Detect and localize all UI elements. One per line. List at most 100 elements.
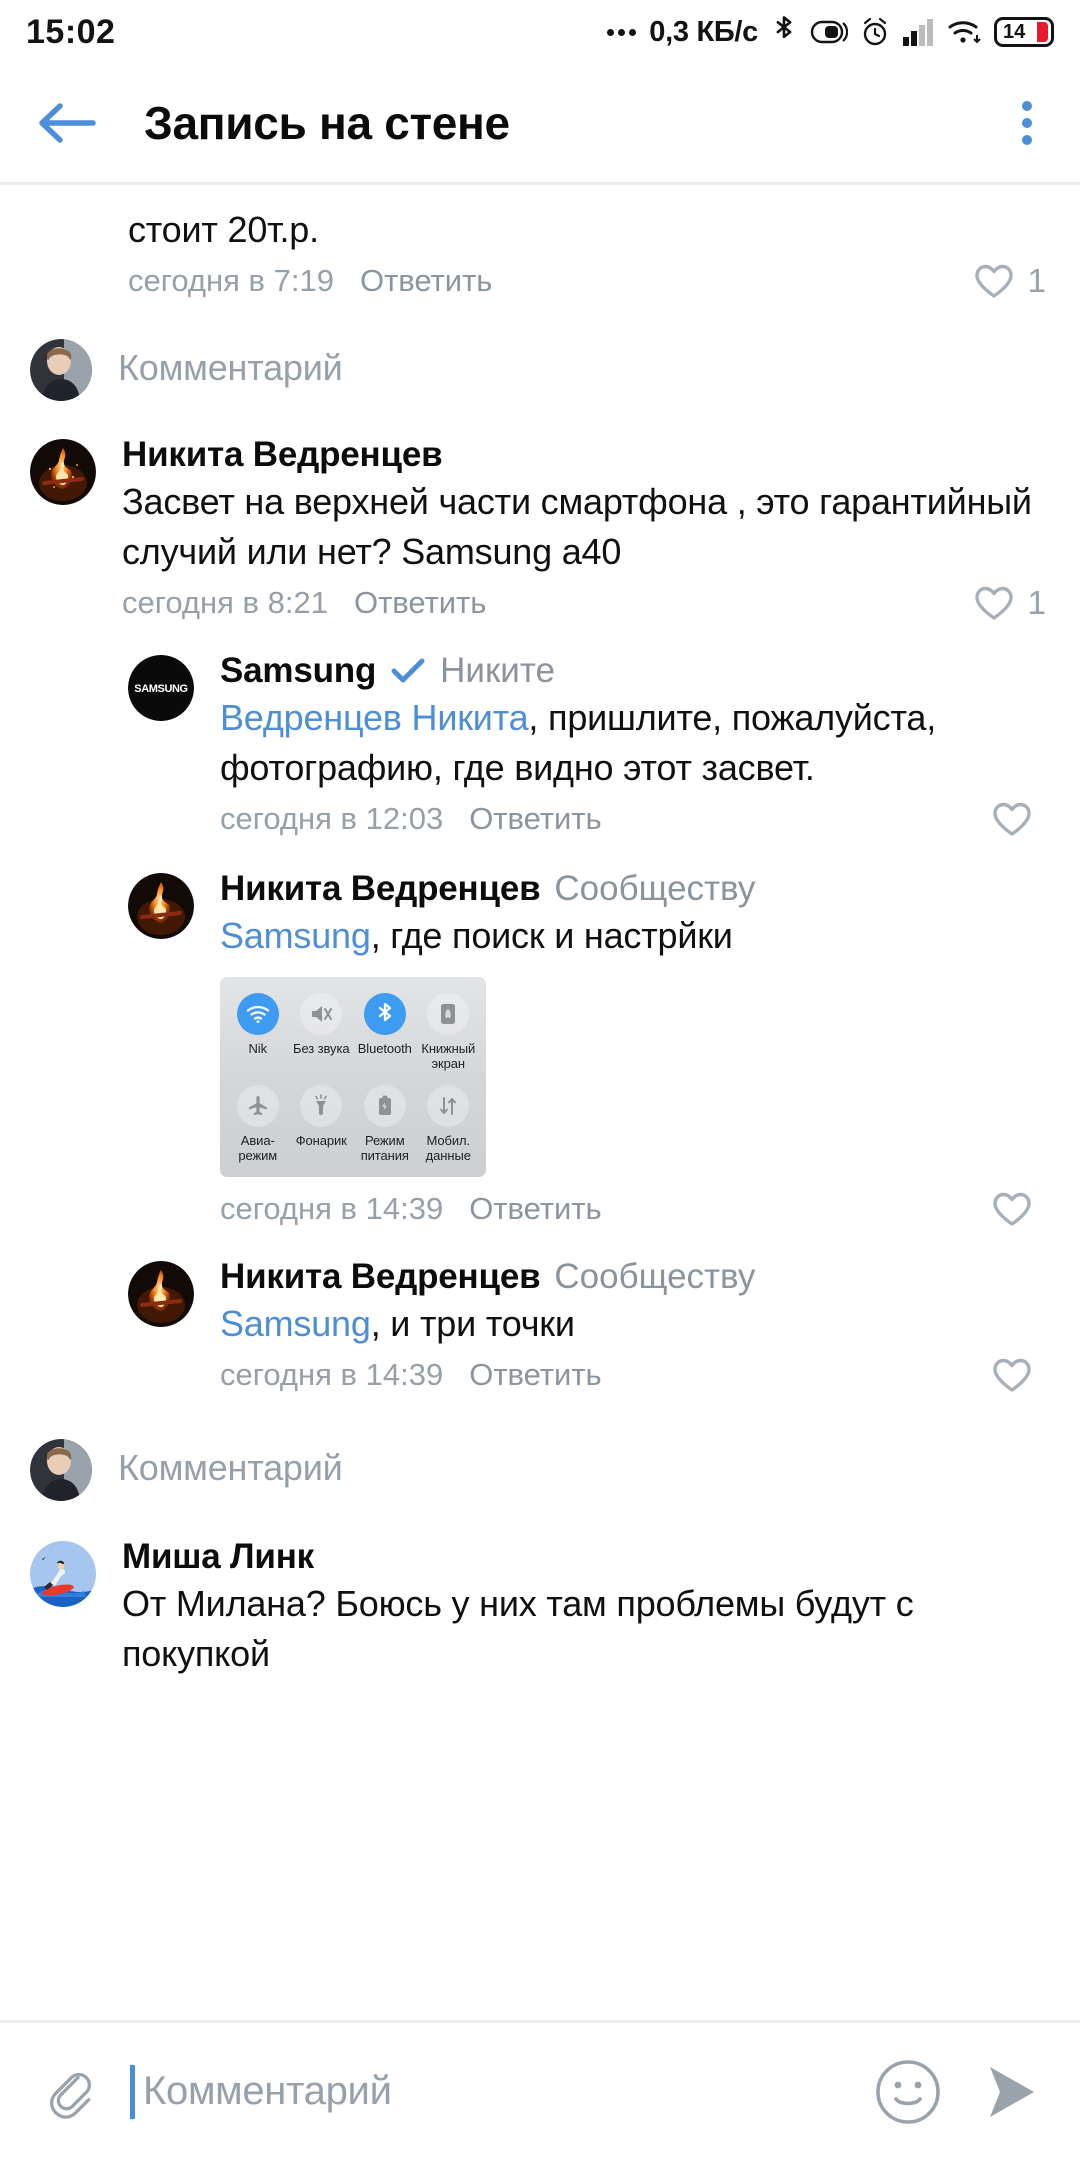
comment-author-row: Никита Ведренцев Сообществу xyxy=(220,1257,1050,1297)
battery-icon: 14 xyxy=(994,17,1054,47)
comment-item[interactable]: Никита Ведренцев Сообществу Samsung, где… xyxy=(0,839,1080,1229)
comment-text-body: , и три точки xyxy=(370,1303,575,1344)
comments-feed[interactable]: стоит 20т.р. сегодня в 7:19 Ответить 1 К… xyxy=(0,185,1080,1683)
comment-item[interactable]: Никита Ведренцев Сообществу Samsung, и т… xyxy=(0,1229,1080,1395)
comment-reply-target[interactable]: Сообществу xyxy=(554,869,755,909)
quick-tile-bluetooth[interactable]: Bluetooth xyxy=(353,993,417,1071)
user-photo-avatar xyxy=(30,1439,92,1501)
comment-author-name[interactable]: Никита Ведренцев xyxy=(122,435,443,475)
do-not-disturb-icon xyxy=(810,17,848,47)
quick-tile-label: Nik xyxy=(248,1041,268,1056)
arrow-left-icon xyxy=(39,103,96,143)
comment-reply-target[interactable]: Никите xyxy=(440,651,555,691)
wifi-icon xyxy=(947,17,983,47)
reply-button[interactable]: Ответить xyxy=(469,1357,602,1393)
page-title: Запись на стене xyxy=(144,97,510,149)
send-arrow-icon xyxy=(990,2066,1034,2117)
wifi-icon xyxy=(236,993,279,1035)
comment-author-row: Никита Ведренцев xyxy=(122,435,1050,475)
quick-settings-screenshot[interactable]: Nik Без звука Bluetooth Книжный экран Ав… xyxy=(220,977,486,1177)
like-control[interactable] xyxy=(990,1189,1050,1229)
overflow-menu-button[interactable] xyxy=(1008,91,1046,155)
comment-text: Samsung, где поиск и настрйки xyxy=(220,911,1050,961)
quick-tile-mobile-data[interactable]: Мобил. данные xyxy=(417,1085,481,1163)
comment-author-name[interactable]: Никита Ведренцев xyxy=(220,869,541,909)
comment-placeholder-label: Комментарий xyxy=(118,1447,343,1488)
quick-settings-grid: Nik Без звука Bluetooth Книжный экран Ав… xyxy=(226,993,480,1163)
comment-author-name[interactable]: Миша Линк xyxy=(122,1537,314,1577)
comment-mention-link[interactable]: Samsung xyxy=(220,1303,371,1344)
status-bar-clock: 15:02 xyxy=(26,12,116,51)
like-control[interactable] xyxy=(990,799,1050,839)
comment-author-name[interactable]: Samsung xyxy=(220,651,376,691)
user-photo-avatar xyxy=(30,339,92,401)
data-transfer-icon xyxy=(427,1085,470,1127)
comment-input[interactable]: Комментарий xyxy=(106,2064,874,2119)
comment-input-placeholder: Комментарий xyxy=(143,2069,392,2113)
reply-button[interactable]: Ответить xyxy=(360,263,493,299)
comment-text: Samsung, и три точки xyxy=(220,1299,1050,1349)
reply-button[interactable]: Ответить xyxy=(354,585,487,621)
comment-text: Ведренцев Никита, пришлите, пожалуйста, … xyxy=(220,693,1050,793)
status-bar-icons: 0,3 КБ/с 14 xyxy=(607,15,1054,49)
paperclip-icon xyxy=(50,2072,91,2119)
heart-icon xyxy=(993,1358,1031,1392)
quick-tile-wifi[interactable]: Nik xyxy=(226,993,290,1071)
bonfire-avatar[interactable] xyxy=(128,873,194,939)
comment-mention-link[interactable]: Ведренцев Никита xyxy=(220,697,529,738)
comment-time: сегодня в 14:39 xyxy=(220,1357,444,1392)
quick-tile-label: Мобил. данные xyxy=(425,1133,471,1163)
like-count: 1 xyxy=(1027,262,1046,299)
quick-tile-label: Режим питания xyxy=(360,1133,409,1163)
heart-icon xyxy=(993,1192,1031,1226)
comment-time: сегодня в 8:21 xyxy=(122,585,328,620)
reply-button[interactable]: Ответить xyxy=(469,801,602,837)
surfer-avatar[interactable] xyxy=(30,1541,96,1607)
comment-item[interactable]: Миша Линк От Милана? Боюсь у них там про… xyxy=(0,1531,1080,1679)
like-control[interactable]: 1 xyxy=(972,261,1050,301)
comment-placeholder-row[interactable]: Комментарий xyxy=(0,1395,1080,1531)
network-speed-label: 0,3 КБ/с xyxy=(649,15,758,48)
comment-item[interactable]: SAMSUNG Samsung Никите Ведренцев Никита,… xyxy=(0,623,1080,839)
bonfire-avatar[interactable] xyxy=(128,1261,194,1327)
comment-text-body: , где поиск и настрйки xyxy=(370,915,733,956)
reply-button[interactable]: Ответить xyxy=(469,1191,602,1227)
like-control[interactable] xyxy=(990,1355,1050,1395)
status-bar: 15:02 0,3 КБ/с 14 xyxy=(0,0,1080,64)
quick-tile-flashlight[interactable]: Фонарик xyxy=(290,1085,354,1163)
quick-tile-label: Книжный экран xyxy=(421,1041,476,1071)
vk-wall-post-comments-screen: 15:02 0,3 КБ/с 14 Запись на стене стоит … xyxy=(0,0,1080,2160)
comment-author-row: Миша Линк xyxy=(122,1537,1050,1577)
comment-mention-link[interactable]: Samsung xyxy=(220,915,371,956)
like-control[interactable]: 1 xyxy=(972,583,1050,623)
quick-tile-battery-saver[interactable]: Режим питания xyxy=(353,1085,417,1163)
comment-meta: сегодня в 14:39 Ответить xyxy=(220,1355,1050,1395)
back-button[interactable] xyxy=(34,98,110,148)
send-button[interactable] xyxy=(980,2061,1046,2123)
comment-placeholder-row[interactable]: Комментарий xyxy=(0,301,1080,427)
notification-dots-icon xyxy=(607,28,637,36)
quick-tile-label: Авиа-режим xyxy=(238,1133,278,1163)
bonfire-avatar[interactable] xyxy=(30,439,96,505)
quick-tile-screen-rotation-lock[interactable]: Книжный экран xyxy=(417,993,481,1071)
compose-bar: Комментарий xyxy=(0,2020,1080,2160)
battery-saver-icon xyxy=(363,1085,406,1127)
comment-attachment[interactable]: Nik Без звука Bluetooth Книжный экран Ав… xyxy=(220,977,1050,1177)
comment-item[interactable]: Никита Ведренцев Засвет на верхней части… xyxy=(0,427,1080,623)
svg-text:SAMSUNG: SAMSUNG xyxy=(134,683,187,695)
comment-author-row: Никита Ведренцев Сообществу xyxy=(220,869,1050,909)
comment-meta: сегодня в 14:39 Ответить xyxy=(220,1189,1050,1229)
comment-reply-target[interactable]: Сообществу xyxy=(554,1257,755,1297)
quick-tile-mute[interactable]: Без звука xyxy=(290,993,354,1071)
samsung-logo-avatar[interactable]: SAMSUNG xyxy=(128,655,194,721)
emoji-button[interactable] xyxy=(874,2058,942,2126)
comment-author-name[interactable]: Никита Ведренцев xyxy=(220,1257,541,1297)
attach-button[interactable] xyxy=(34,2062,106,2122)
like-count: 1 xyxy=(1027,584,1046,621)
heart-icon xyxy=(993,802,1031,836)
comment-item[interactable]: стоит 20т.р. сегодня в 7:19 Ответить 1 xyxy=(0,185,1080,301)
quick-tile-airplane-mode[interactable]: Авиа-режим xyxy=(226,1085,290,1163)
battery-level-label: 14 xyxy=(1003,21,1026,43)
text-cursor xyxy=(130,2064,135,2119)
screen-rotation-lock-icon xyxy=(427,993,470,1035)
